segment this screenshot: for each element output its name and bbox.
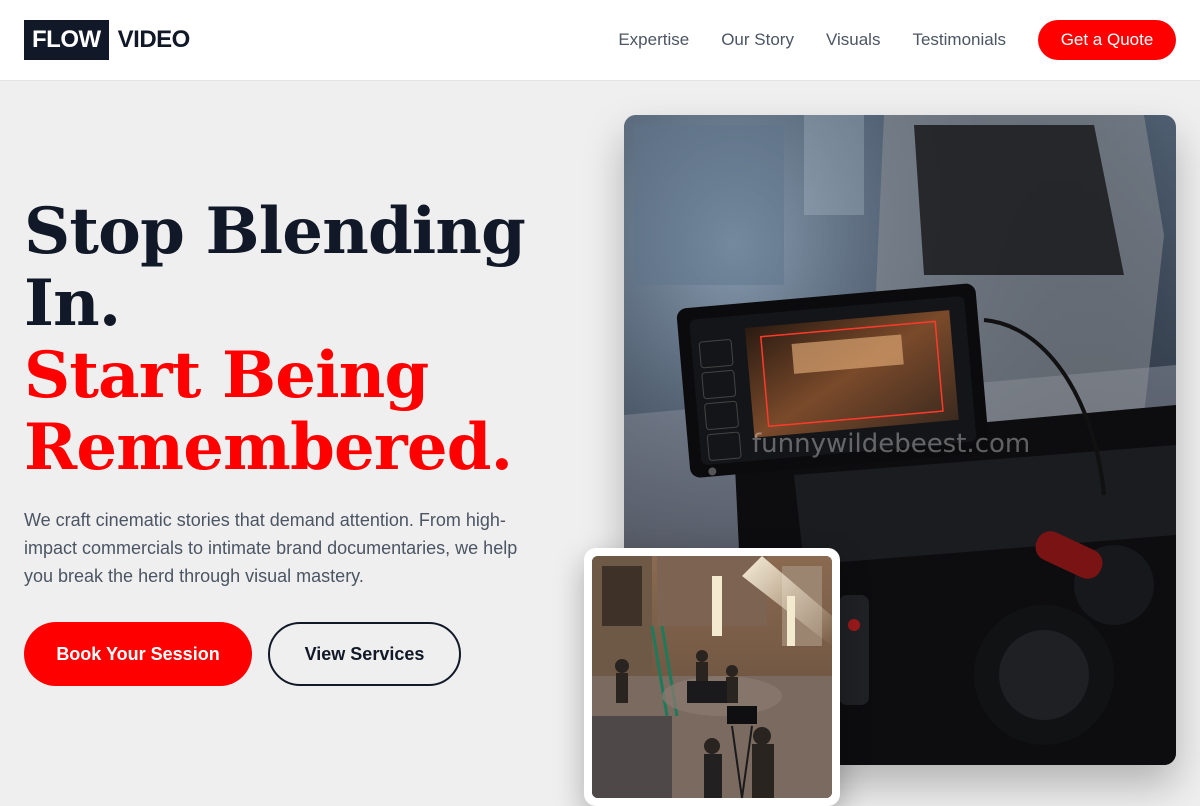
book-your-session-button[interactable]: Book Your Session: [24, 622, 252, 686]
nav-item-expertise[interactable]: Expertise: [618, 30, 689, 50]
get-a-quote-button[interactable]: Get a Quote: [1038, 20, 1176, 60]
nav-item-visuals[interactable]: Visuals: [826, 30, 881, 50]
headline-line-1: Stop Blending: [24, 194, 526, 269]
watermark-text: funnywildebeest.com: [752, 429, 1030, 459]
logo-text: VIDEO: [117, 26, 191, 53]
headline-line-2: In.: [24, 266, 121, 341]
main-nav: Expertise Our Story Visuals Testimonials…: [618, 20, 1176, 60]
headline-accent-line-1: Start Being: [24, 338, 429, 413]
film-set-illustration: [592, 556, 832, 798]
view-services-button[interactable]: View Services: [268, 622, 461, 686]
logo-boxed-text: FLOW: [24, 20, 109, 60]
top-navigation-bar: FLOW VIDEO Expertise Our Story Visuals T…: [0, 0, 1200, 81]
film-set-photo-card: [584, 548, 840, 806]
hero-cta-row: Book Your Session View Services: [24, 622, 461, 686]
nav-item-our-story[interactable]: Our Story: [721, 30, 794, 50]
hero-headline: Stop Blending In. Start Being Remembered…: [24, 196, 584, 484]
brand-logo[interactable]: FLOW VIDEO: [24, 20, 190, 60]
hero-subtext: We craft cinematic stories that demand a…: [24, 510, 518, 586]
film-set-photo: [592, 556, 832, 798]
nav-item-testimonials[interactable]: Testimonials: [912, 30, 1006, 50]
headline-accent-line-2: Remembered.: [24, 410, 513, 485]
